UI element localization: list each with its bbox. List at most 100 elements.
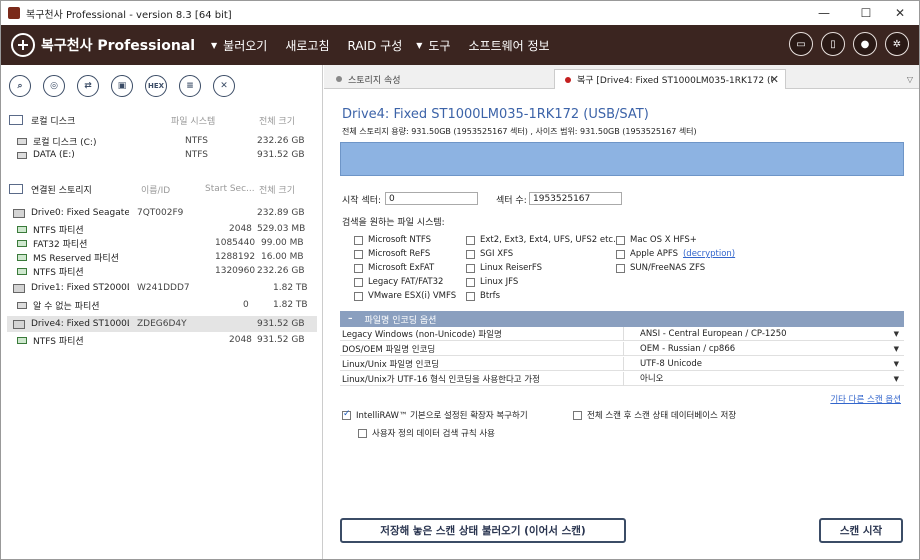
table-row[interactable]: NTFS 파티션 1320960 232.26 GB [7,264,317,278]
tab-dot-icon [565,76,571,83]
app-logo: 복구천사 Professional [11,33,211,57]
encoding-select[interactable]: OEM - Russian / cp866 ▼ [623,341,903,356]
gear-icon[interactable]: ✲ [885,32,909,56]
encoding-row: Linux/Unix가 UTF-16 형식 인코딩을 사용한다고 가정 아니오 ▼ [340,371,904,386]
main-menu: ▼ 불러오기 새로고침 RAID 구성 ▼ 도구 소프트웨어 정보 [211,37,568,54]
start-scan-button[interactable]: 스캔 시작 [819,518,903,543]
table-row[interactable]: MS Reserved 파티션 1288192 16.00 MB [7,250,317,264]
menu-tools[interactable]: 도구 [428,37,450,54]
partition-icon [17,253,27,261]
fs-zfs-checkbox[interactable]: SUN/FreeNAS ZFS [616,263,705,273]
list-item-local-c[interactable]: 로컬 디스크 (C:) NTFS 232.26 GB [7,134,317,148]
table-row[interactable]: NTFS 파티션 2048 529.03 MB [7,222,317,236]
encoding-select[interactable]: ANSI - Central European / CP-1250 ▼ [623,326,903,341]
load-scan-state-button[interactable]: 저장해 놓은 스캔 상태 불러오기 (이어서 스캔) [340,518,626,543]
window-title: 복구천사 Professional - version 8.3 [64 bit] [26,9,232,21]
fs-exfat-checkbox[interactable]: Microsoft ExFAT [354,263,434,273]
app-window: 복구천사 Professional - version 8.3 [64 bit]… [0,0,920,560]
fs-reiserfs-checkbox[interactable]: Linux ReiserFS [466,263,542,273]
fs-jfs-checkbox[interactable]: Linux JFS [466,277,518,287]
table-row[interactable]: NTFS 파티션 2048 931.52 GB [7,333,317,347]
connected-storage-title: 연결된 스토리지 [31,185,92,196]
minimize-button[interactable]: — [805,1,843,25]
fs-refs-checkbox[interactable]: Microsoft ReFS [354,249,430,259]
tab-menu-icon[interactable]: ▽ [907,75,913,84]
connected-storage-header: 연결된 스토리지 이름/ID Start Sec... 전체 크기 [9,182,309,196]
fs-xfs-checkbox[interactable]: SGI XFS [466,249,513,259]
apfs-decryption-link[interactable]: (decryption) [683,249,735,259]
close-window-button[interactable]: ✕ [881,1,919,25]
fs-btrfs-checkbox[interactable]: Btrfs [466,291,500,301]
page-title: Drive4: Fixed ST1000LM035-1RK172 (USB/SA… [342,107,649,122]
sector-range-bar[interactable] [340,142,904,176]
app-icon [8,7,20,19]
custom-rules-checkbox[interactable]: 사용자 정의 데이터 검색 규칙 사용 [358,427,495,439]
close-icon[interactable]: ✕ [213,75,235,97]
table-row-selected[interactable]: Drive4: Fixed ST1000LM... ZDEG6D4Y 931.5… [7,316,317,332]
storage-stack-icon [9,184,23,194]
local-disk-title: 로컬 디스크 [31,116,76,127]
intelliraw-checkbox[interactable]: IntelliRAW™ 기본으로 설정된 확장자 복구하기 [342,409,528,421]
fs-vmfs-checkbox[interactable]: VMware ESX(i) VMFS [354,291,456,301]
table-row[interactable]: Drive0: Fixed Seagate B... 7QT002F9 232.… [7,206,317,220]
lock-icon[interactable]: ▣ [111,75,133,97]
dropdown-arrow-icon: ▼ [211,40,218,50]
local-disk-header: 로컬 디스크 파일 시스템 전체 크기 [9,113,309,127]
table-row[interactable]: 알 수 없는 파티션 0 1.82 TB [7,298,317,312]
start-sector-input[interactable] [385,192,478,205]
fs-hfs-checkbox[interactable]: Mac OS X HFS+ [616,235,697,245]
sector-count-label: 섹터 수: [496,196,527,206]
encoding-select[interactable]: 아니오 ▼ [623,371,903,386]
table-row[interactable]: FAT32 파티션 1085440 99.00 MB [7,236,317,250]
drive-icon [13,208,25,218]
chevron-down-icon: ▼ [893,359,899,368]
compare-icon[interactable]: ⇄ [77,75,99,97]
storage-icon[interactable]: ▭ [789,32,813,56]
drive-icon [13,319,25,329]
menu-refresh[interactable]: 새로고침 [285,37,329,54]
fs-ntfs-checkbox[interactable]: Microsoft NTFS [354,235,431,245]
col-filesystem: 파일 시스템 [171,116,216,127]
dropdown-arrow-icon: ▼ [416,40,423,50]
other-scan-options-link[interactable]: 기타 다른 스캔 옵션 [830,393,901,405]
menu-about[interactable]: 소프트웨어 정보 [469,37,550,54]
title-bar: 복구천사 Professional - version 8.3 [64 bit]… [1,1,919,25]
monitor-icon [9,115,23,125]
tab-storage-properties[interactable]: 스토리지 속성 [326,69,552,89]
user-icon[interactable]: ● [853,32,877,56]
tab-close-icon[interactable]: ✕ [770,73,779,86]
search-icon[interactable]: ⌕ [9,75,31,97]
encoding-select[interactable]: UTF-8 Unicode ▼ [623,356,903,371]
menu-raid[interactable]: RAID 구성 [348,37,403,54]
tab-bar: 스토리지 속성 복구 [Drive4: Fixed ST1000LM035-1R… [324,65,919,89]
col-total-size: 전체 크기 [259,185,295,196]
col-start-sector: Start Sec... [205,184,255,194]
table-row[interactable]: Drive1: Fixed ST2000D... W241DDD7 1.82 T… [7,281,317,295]
menu-load[interactable]: 불러오기 [223,37,267,54]
collapse-icon[interactable]: – [348,314,353,324]
list-item-local-e[interactable]: DATA (E:) NTFS 931.52 GB [7,148,317,162]
sector-count-input[interactable] [529,192,622,205]
chevron-down-icon: ▼ [893,344,899,353]
disk-icon [17,137,27,145]
partition-icon [17,267,27,275]
col-name-id: 이름/ID [141,185,171,196]
panel-icon[interactable]: ▯ [821,32,845,56]
partition-icon [17,239,27,247]
fs-apfs-checkbox[interactable]: Apple APFS (decryption) [616,249,735,259]
tab-recovery[interactable]: 복구 [Drive4: Fixed ST1000LM035-1RK172 (US… [554,69,786,89]
maximize-button[interactable]: ☐ [847,1,885,25]
main-panel: 스토리지 속성 복구 [Drive4: Fixed ST1000LM035-1R… [324,65,919,559]
scan-icon[interactable]: ◎ [43,75,65,97]
chevron-down-icon: ▼ [893,374,899,383]
disk-icon [17,151,27,159]
list-icon[interactable]: ≡ [179,75,201,97]
top-icon-buttons: ▭ ▯ ● ✲ [789,32,909,56]
encoding-options-header[interactable]: – 파일명 인코딩 옵션 [340,311,904,327]
filesystem-header: 검색을 원하는 파일 시스템: [342,218,445,228]
menu-bar: 복구천사 Professional ▼ 불러오기 새로고침 RAID 구성 ▼ … [1,25,919,65]
save-scan-db-checkbox[interactable]: 전체 스캔 후 스캔 상태 데이터베이스 저장 [573,409,736,421]
hex-icon[interactable]: HEX [145,75,167,97]
fs-fat-checkbox[interactable]: Legacy FAT/FAT32 [354,277,443,287]
fs-ext-checkbox[interactable]: Ext2, Ext3, Ext4, UFS, UFS2 etc. [466,235,616,245]
